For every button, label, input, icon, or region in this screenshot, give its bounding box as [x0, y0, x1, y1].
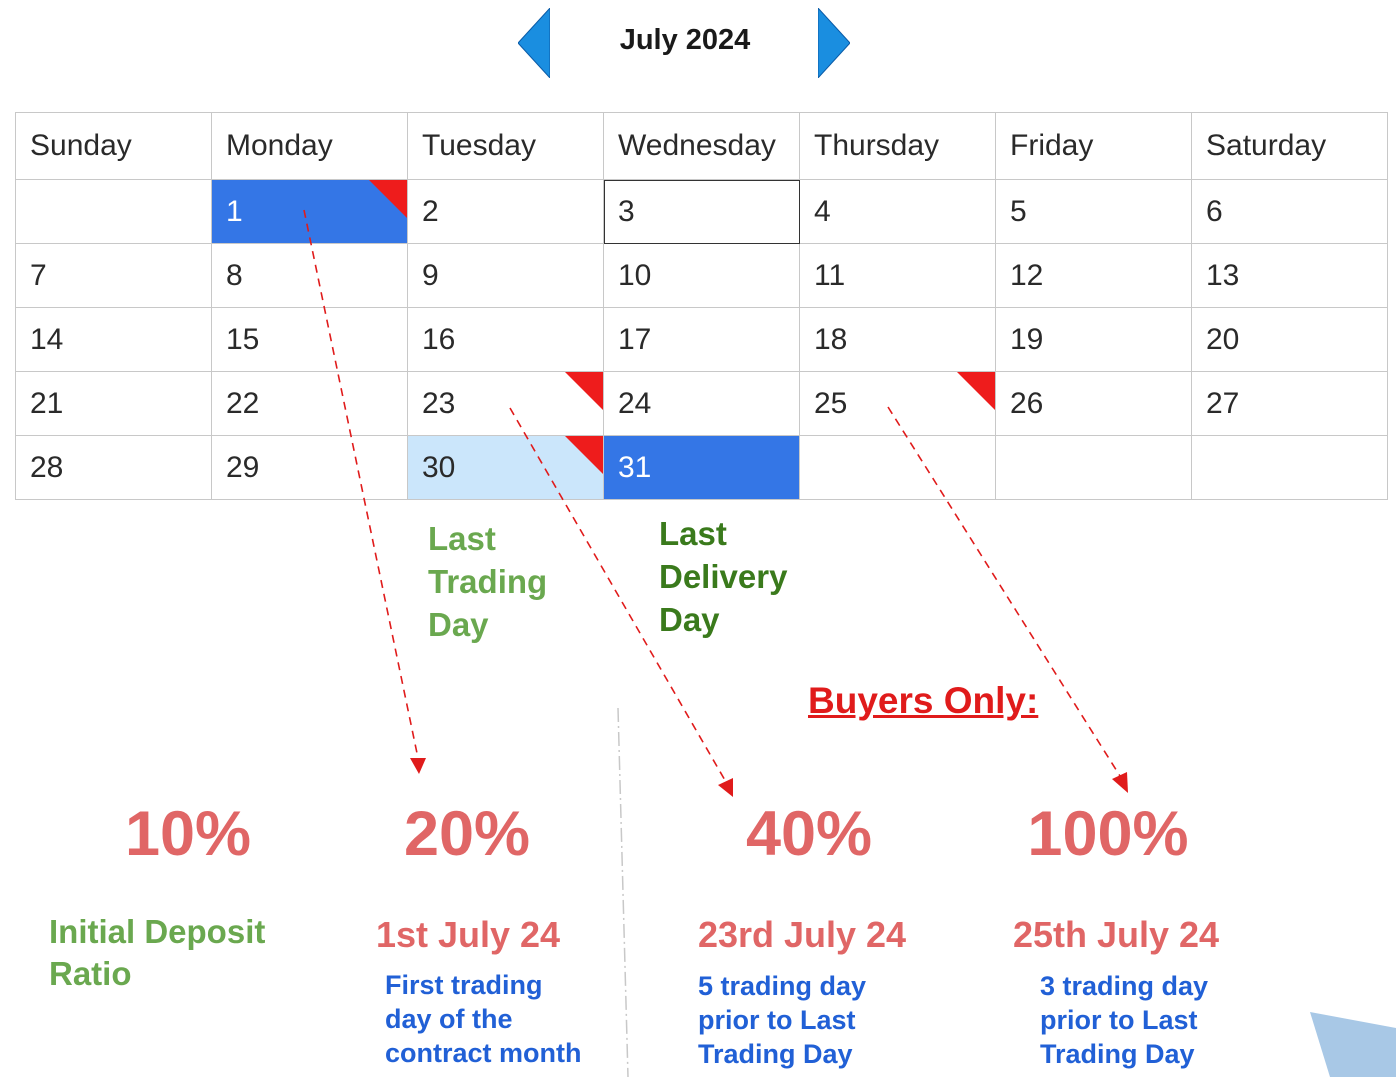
vertical-divider-line: [617, 707, 629, 1077]
weekday-thursday: Thursday: [799, 112, 996, 180]
day-cell-30[interactable]: 30: [407, 435, 604, 500]
day-number: 23: [422, 386, 456, 420]
day-cell-25[interactable]: 25: [799, 371, 996, 436]
previous-month-arrow-icon[interactable]: [518, 8, 550, 78]
desc-line: 5 trading day: [698, 971, 867, 1001]
day-cell-26[interactable]: 26: [995, 371, 1192, 436]
day-cell-9[interactable]: 9: [407, 243, 604, 308]
day-cell-28[interactable]: 28: [15, 435, 212, 500]
day-cell-11[interactable]: 11: [799, 243, 996, 308]
weekday-saturday: Saturday: [1191, 112, 1388, 180]
second-percent: 40%: [745, 799, 873, 869]
day-cell-4[interactable]: 4: [799, 179, 996, 244]
calendar-grid: Sunday Monday Tuesday Wednesday Thursday…: [15, 112, 1388, 500]
third-description: 3 trading day prior to Last Trading Day: [1040, 969, 1208, 1071]
next-month-arrow-icon[interactable]: [818, 8, 850, 78]
label-line: Ratio: [49, 955, 132, 992]
day-cell-empty: [1191, 435, 1388, 500]
last-trading-day-label: Last Trading Day: [428, 517, 628, 646]
first-percent: 20%: [403, 799, 531, 869]
day-cell-7[interactable]: 7: [15, 243, 212, 308]
day-cell-23[interactable]: 23: [407, 371, 604, 436]
day-cell-3[interactable]: 3: [603, 179, 800, 244]
desc-line: Trading Day: [1040, 1039, 1195, 1069]
day-cell-19[interactable]: 19: [995, 307, 1192, 372]
month-title: July 2024: [619, 24, 751, 56]
day-cell-22[interactable]: 22: [211, 371, 408, 436]
desc-line: Trading Day: [698, 1039, 853, 1069]
label-line: Initial Deposit: [49, 913, 266, 950]
weekday-header-row: Sunday Monday Tuesday Wednesday Thursday…: [15, 112, 1388, 180]
week-row: 28 29 30 31: [15, 435, 1388, 500]
week-row: 1 2 3 4 5 6: [15, 179, 1388, 244]
last-delivery-day-label: Last Delivery Day: [659, 512, 859, 641]
label-line: Day: [428, 606, 489, 643]
red-flag-icon: [565, 372, 603, 410]
third-date-label: 25th July 24: [1012, 914, 1220, 955]
weekday-tuesday: Tuesday: [407, 112, 604, 180]
second-description: 5 trading day prior to Last Trading Day: [698, 969, 866, 1071]
desc-line: First trading: [385, 970, 543, 1000]
desc-line: 3 trading day: [1040, 971, 1209, 1001]
day-cell-empty: [799, 435, 996, 500]
day-cell-31[interactable]: 31: [603, 435, 800, 500]
red-flag-icon: [957, 372, 995, 410]
day-cell-2[interactable]: 2: [407, 179, 604, 244]
day-cell-20[interactable]: 20: [1191, 307, 1388, 372]
red-flag-icon: [369, 180, 407, 218]
day-cell-21[interactable]: 21: [15, 371, 212, 436]
day-cell-18[interactable]: 18: [799, 307, 996, 372]
day-cell-6[interactable]: 6: [1191, 179, 1388, 244]
week-row: 14 15 16 17 18 19 20: [15, 307, 1388, 372]
label-line: Trading: [428, 563, 548, 600]
day-cell-15[interactable]: 15: [211, 307, 408, 372]
desc-line: day of the: [385, 1004, 513, 1034]
desc-line: prior to Last: [698, 1005, 856, 1035]
day-number: 25: [814, 386, 848, 420]
weekday-wednesday: Wednesday: [603, 112, 800, 180]
weekday-monday: Monday: [211, 112, 408, 180]
desc-line: contract month: [385, 1038, 582, 1068]
corner-decoration-shape: [1310, 1012, 1396, 1077]
day-number: 1: [226, 194, 243, 228]
day-cell-empty: [15, 179, 212, 244]
day-cell-12[interactable]: 12: [995, 243, 1192, 308]
deposit-percent: 10%: [124, 799, 252, 869]
day-cell-29[interactable]: 29: [211, 435, 408, 500]
first-date-label: 1st July 24: [375, 914, 561, 955]
desc-line: prior to Last: [1040, 1005, 1198, 1035]
second-date-label: 23rd July 24: [697, 914, 907, 955]
day-cell-24[interactable]: 24: [603, 371, 800, 436]
day-cell-16[interactable]: 16: [407, 307, 604, 372]
day-cell-8[interactable]: 8: [211, 243, 408, 308]
first-description: First trading day of the contract month: [385, 968, 582, 1070]
day-cell-14[interactable]: 14: [15, 307, 212, 372]
label-line: Last: [428, 520, 496, 557]
label-line: Delivery: [659, 558, 788, 595]
day-number: 30: [422, 450, 456, 484]
third-percent: 100%: [1027, 799, 1189, 869]
day-cell-17[interactable]: 17: [603, 307, 800, 372]
day-cell-13[interactable]: 13: [1191, 243, 1388, 308]
day-cell-empty: [995, 435, 1192, 500]
weekday-friday: Friday: [995, 112, 1192, 180]
day-cell-27[interactable]: 27: [1191, 371, 1388, 436]
week-row: 21 22 23 24 25 26 27: [15, 371, 1388, 436]
day-cell-10[interactable]: 10: [603, 243, 800, 308]
red-flag-icon: [565, 436, 603, 474]
weekday-sunday: Sunday: [15, 112, 212, 180]
week-row: 7 8 9 10 11 12 13: [15, 243, 1388, 308]
label-line: Day: [659, 601, 720, 638]
buyers-only-label: Buyers Only:: [808, 680, 1039, 721]
initial-deposit-ratio-label: Initial Deposit Ratio: [49, 911, 339, 995]
label-line: Last: [659, 515, 727, 552]
day-cell-1[interactable]: 1: [211, 179, 408, 244]
day-cell-5[interactable]: 5: [995, 179, 1192, 244]
